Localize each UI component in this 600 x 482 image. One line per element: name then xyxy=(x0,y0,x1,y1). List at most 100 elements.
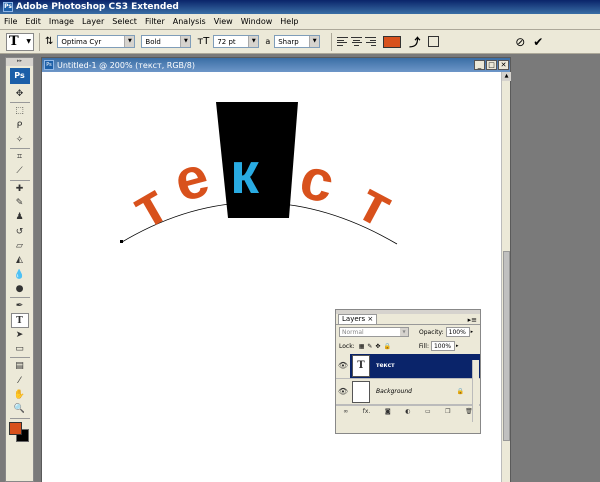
lock-all-icon[interactable]: 🔒 xyxy=(383,343,390,350)
adjustment-icon[interactable]: ◐ xyxy=(405,408,410,415)
notes-tool-icon[interactable]: ▤ xyxy=(11,359,29,373)
layers-panel: Layers × ▸≡ Normal ▼ Opacity: 100% ▸ Loc… xyxy=(335,309,481,434)
lock-icon: 🔒 xyxy=(456,388,464,395)
tab-layers[interactable]: Layers × xyxy=(338,314,378,324)
canvas-letter: т xyxy=(348,169,404,240)
layer-content[interactable]: Background 🔒 xyxy=(350,380,480,404)
lock-position-icon[interactable]: ✥ xyxy=(375,343,380,350)
lasso-tool-icon[interactable]: ᑭ xyxy=(11,119,29,133)
layers-scrollbar[interactable] xyxy=(472,360,479,422)
paint-bucket-tool-icon[interactable]: ◭ xyxy=(11,253,29,267)
menu-view[interactable]: View xyxy=(214,17,233,26)
close-button[interactable]: ✕ xyxy=(498,60,509,70)
zoom-tool-icon[interactable]: 🔍 xyxy=(11,402,29,416)
layer-content[interactable]: T текст xyxy=(350,353,480,378)
layer-thumbnail xyxy=(352,380,370,403)
mask-icon[interactable]: ◙ xyxy=(385,408,391,415)
visibility-eye-icon[interactable]: 👁 xyxy=(336,387,350,396)
font-size-value: 72 pt xyxy=(217,37,236,46)
type-tool-icon[interactable]: T xyxy=(10,313,29,328)
visibility-eye-icon[interactable]: 👁 xyxy=(336,361,350,370)
eraser-tool-icon[interactable]: ▱ xyxy=(11,239,29,253)
panel-menu-icon[interactable]: ▸≡ xyxy=(468,316,477,324)
opacity-field[interactable]: 100% xyxy=(445,327,470,337)
font-family-value: Optima Cyr xyxy=(61,37,102,46)
lock-transparency-icon[interactable]: ▦ xyxy=(359,343,365,350)
chevron-down-icon: ▼ xyxy=(124,36,135,47)
font-family-select[interactable]: Optima Cyr ▼ xyxy=(57,35,136,48)
brush-tool-icon[interactable]: ✎ xyxy=(11,196,29,210)
photoshop-logo-icon: Ps xyxy=(3,2,13,12)
chevron-right-icon[interactable]: ▸ xyxy=(456,343,459,349)
lock-label: Lock: xyxy=(339,342,355,350)
vertical-scrollbar[interactable]: ▲ xyxy=(501,72,511,482)
foreground-color-swatch[interactable] xyxy=(8,421,22,435)
cancel-icon[interactable]: ⊘ xyxy=(515,35,525,49)
menu-select[interactable]: Select xyxy=(112,17,137,26)
hand-tool-icon[interactable]: ✋ xyxy=(11,388,29,402)
text-orientation-icon[interactable]: ⇅ xyxy=(45,36,53,47)
align-left-icon[interactable] xyxy=(337,36,349,47)
blur-tool-icon[interactable]: 💧 xyxy=(11,268,29,282)
photoshop-logo-icon: Ps xyxy=(44,60,54,70)
minimize-button[interactable]: _ xyxy=(474,60,485,70)
new-layer-icon[interactable]: ❐ xyxy=(445,408,450,415)
warp-text-icon[interactable]: ⤴ xyxy=(409,34,420,50)
color-picker xyxy=(8,421,31,444)
history-brush-tool-icon[interactable]: ↺ xyxy=(11,225,29,239)
font-size-icon: ᴛT xyxy=(197,36,210,47)
menu-image[interactable]: Image xyxy=(49,17,74,26)
healing-brush-tool-icon[interactable]: ✚ xyxy=(11,182,29,196)
folder-icon[interactable]: ▭ xyxy=(425,408,431,415)
path-selection-tool-icon[interactable]: ➤ xyxy=(11,328,29,342)
menu-filter[interactable]: Filter xyxy=(145,17,165,26)
lock-row: Lock: ▦ ✎ ✥ 🔒 Fill: 100% ▸ xyxy=(336,339,480,353)
canvas-letter: е xyxy=(168,143,216,214)
dodge-tool-icon[interactable]: ● xyxy=(11,282,29,296)
fx-icon[interactable]: fx. xyxy=(363,408,371,415)
menu-analysis[interactable]: Analysis xyxy=(173,17,206,26)
menu-help[interactable]: Help xyxy=(280,17,298,26)
antialias-value: Sharp xyxy=(278,37,299,46)
align-right-icon[interactable] xyxy=(365,36,377,47)
font-style-select[interactable]: Bold ▼ xyxy=(141,35,192,48)
tool-preset-picker[interactable]: T ▼ xyxy=(6,32,34,51)
chevron-down-icon: ▼ xyxy=(309,36,320,47)
maximize-button[interactable]: □ xyxy=(486,60,497,70)
commit-checkmark-icon[interactable]: ✔ xyxy=(533,35,543,49)
crop-tool-icon[interactable]: ⌗ xyxy=(11,150,29,164)
menu-layer[interactable]: Layer xyxy=(82,17,104,26)
menu-edit[interactable]: Edit xyxy=(25,17,41,26)
menu-bar: File Edit Image Layer Select Filter Anal… xyxy=(0,14,600,30)
align-center-icon[interactable] xyxy=(351,36,363,47)
scrollbar-thumb[interactable] xyxy=(502,251,510,441)
layer-row[interactable]: 👁 Background 🔒 xyxy=(336,379,480,405)
eyedropper-tool-icon[interactable]: ⁄ xyxy=(11,374,29,388)
toolbox-grip[interactable]: ▸▸ xyxy=(6,58,33,66)
path-anchor xyxy=(120,240,123,243)
menu-file[interactable]: File xyxy=(4,17,17,26)
move-tool-icon[interactable]: ✥ xyxy=(11,87,29,101)
scroll-up-icon[interactable]: ▲ xyxy=(502,72,511,81)
magic-wand-tool-icon[interactable]: ✧ xyxy=(11,133,29,147)
close-icon[interactable]: × xyxy=(367,315,373,323)
chevron-right-icon[interactable]: ▸ xyxy=(471,329,474,335)
character-panel-icon[interactable] xyxy=(428,36,440,47)
font-size-select[interactable]: 72 pt ▼ xyxy=(213,35,260,48)
marquee-tool-icon[interactable]: ⬚ xyxy=(11,104,29,118)
text-color-swatch[interactable] xyxy=(383,35,402,48)
antialias-select[interactable]: Sharp ▼ xyxy=(274,35,321,48)
clone-stamp-tool-icon[interactable]: ♟ xyxy=(11,210,29,224)
shape-tool-icon[interactable]: ▭ xyxy=(11,342,29,356)
menu-window[interactable]: Window xyxy=(241,17,273,26)
blend-mode-value: Normal xyxy=(342,328,364,336)
slice-tool-icon[interactable]: ⟋ xyxy=(11,164,29,178)
fill-field[interactable]: 100% xyxy=(430,341,455,351)
document-title-bar[interactable]: Ps Untitled-1 @ 200% (текст, RGB/8) _ □ … xyxy=(42,58,510,72)
pen-tool-icon[interactable]: ✒ xyxy=(11,299,29,313)
photoshop-logo-icon[interactable]: Ps xyxy=(9,68,30,84)
layer-row[interactable]: 👁 T текст xyxy=(336,353,480,379)
link-icon[interactable]: ∞ xyxy=(343,408,348,415)
lock-pixels-icon[interactable]: ✎ xyxy=(367,343,372,350)
blend-mode-select[interactable]: Normal ▼ xyxy=(339,327,409,337)
